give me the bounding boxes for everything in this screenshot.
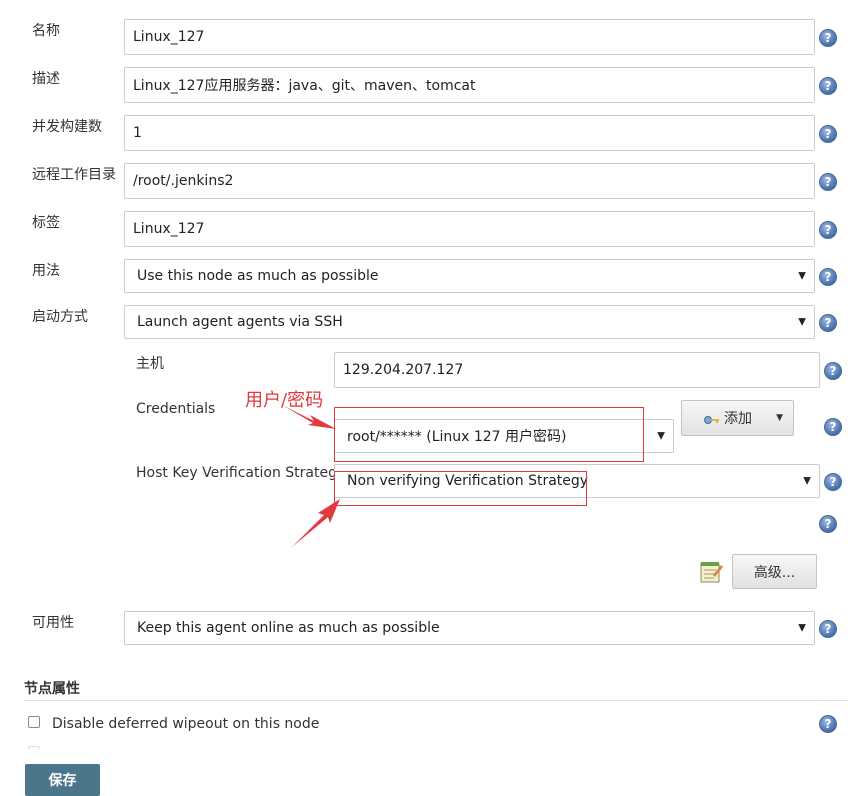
name-label: 名称 [32,23,60,39]
help-icon[interactable]: ? [819,221,837,239]
help-icon[interactable]: ? [819,77,837,95]
launch-label: 启动方式 [32,309,88,325]
labels-value: Linux_127 [133,221,205,237]
executors-label: 并发构建数 [32,119,102,135]
chevron-down-icon: ▼ [803,475,811,487]
name-value: Linux_127 [133,29,205,45]
chevron-down-icon: ▼ [776,413,783,423]
credentials-label: Credentials [136,401,216,417]
remote-dir-label: 远程工作目录 [32,167,116,183]
section-divider [24,700,848,701]
labels-input[interactable]: Linux_127 [124,211,815,247]
executors-input[interactable]: 1 [124,115,815,151]
help-icon[interactable]: ? [819,29,837,47]
chevron-down-icon: ▼ [798,316,806,328]
help-icon[interactable]: ? [819,515,837,533]
chevron-down-icon: ▼ [798,622,806,634]
chevron-down-icon: ▼ [798,270,806,282]
help-icon[interactable]: ? [819,173,837,191]
description-value: Linux_127应用服务器：java、git、maven、tomcat [133,78,476,94]
host-input[interactable]: 129.204.207.127 [334,352,820,388]
save-label: 保存 [48,773,77,789]
help-icon[interactable]: ? [819,268,837,286]
help-icon[interactable]: ? [819,715,837,733]
help-icon[interactable]: ? [819,620,837,638]
annotation-box-credentials [334,407,644,462]
host-key-label: Host Key Verification Strategy [136,465,346,481]
availability-label: 可用性 [32,615,74,631]
help-icon[interactable]: ? [819,314,837,332]
key-icon [704,413,720,424]
usage-select[interactable]: Use this node as much as possible ▼ [124,259,815,293]
launch-select[interactable]: Launch agent agents via SSH ▼ [124,305,815,339]
annotation-box-host-key [334,471,587,506]
advanced-button[interactable]: 高级... [732,554,817,589]
disable-wipeout-checkbox[interactable] [28,716,40,728]
usage-label: 用法 [32,263,60,279]
add-credentials-label: 添加 [724,411,752,427]
host-value: 129.204.207.127 [343,362,464,378]
annotation-arrow-icon [292,499,340,547]
add-credentials-button[interactable]: 添加 ▼ [681,400,794,436]
annotation-arrow-icon [282,405,336,429]
name-input[interactable]: Linux_127 [124,19,815,55]
chevron-down-icon: ▼ [657,430,665,442]
availability-select[interactable]: Keep this agent online as much as possib… [124,611,815,645]
executors-value: 1 [133,125,142,141]
help-icon[interactable]: ? [824,362,842,380]
help-icon[interactable]: ? [824,473,842,491]
notepad-icon [699,560,723,584]
labels-label: 标签 [32,215,60,231]
partial-checkbox [28,746,40,750]
usage-value: Use this node as much as possible [137,268,379,284]
remote-dir-input[interactable]: /root/.jenkins2 [124,163,815,199]
help-icon[interactable]: ? [819,125,837,143]
help-icon[interactable]: ? [824,418,842,436]
host-label: 主机 [136,356,164,372]
description-input[interactable]: Linux_127应用服务器：java、git、maven、tomcat [124,67,815,103]
save-button[interactable]: 保存 [25,764,100,796]
launch-value: Launch agent agents via SSH [137,314,343,330]
node-properties-title: 节点属性 [24,681,80,697]
disable-wipeout-label: Disable deferred wipeout on this node [52,716,320,732]
remote-dir-value: /root/.jenkins2 [133,173,234,189]
availability-value: Keep this agent online as much as possib… [137,620,440,636]
advanced-label: 高级... [753,564,796,581]
description-label: 描述 [32,71,60,87]
